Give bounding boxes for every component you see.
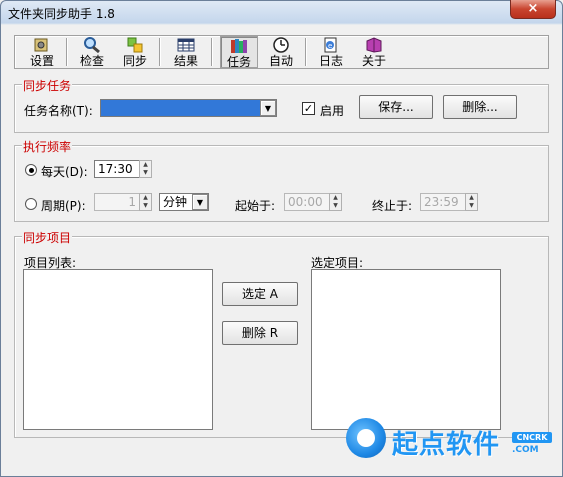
item-list[interactable] (23, 269, 213, 430)
toolbar-about-button[interactable]: 关于 (360, 36, 388, 69)
period-spinner[interactable]: ▲ ▼ (139, 193, 152, 211)
toolbar-check-button[interactable]: 检查 (78, 36, 106, 69)
toolbar-auto-button[interactable]: 自动 (266, 36, 296, 69)
enable-checkbox[interactable]: ✓ (302, 102, 315, 115)
daily-time-field[interactable]: 17:30 (94, 160, 140, 178)
delete-task-button[interactable]: 删除... (443, 95, 517, 119)
start-time-field[interactable]: 00:00 (284, 193, 330, 211)
watermark-logo-icon (346, 418, 386, 458)
toolbar-sync-label: 同步 (122, 54, 147, 68)
toolbar-settings-label: 设置 (29, 54, 54, 68)
toolbar-log-button[interactable]: e 日志 (317, 36, 345, 69)
toolbar-log-label: 日志 (318, 54, 343, 68)
task-name-combo[interactable] (100, 99, 277, 117)
sync-icon (127, 37, 143, 53)
window-title: 文件夹同步助手 1.8 (8, 7, 115, 21)
book-icon (366, 37, 382, 53)
daily-label: 每天(D): (41, 165, 88, 179)
toolbar-separator (159, 38, 161, 66)
watermark-url: .COM (512, 445, 539, 455)
toolbar-task-button[interactable]: 任务 (220, 36, 258, 69)
period-radio[interactable] (25, 198, 37, 210)
chevron-down-icon[interactable]: ▼ (260, 100, 276, 116)
period-value-field[interactable]: 1 (94, 193, 140, 211)
toolbar-result-label: 结果 (173, 54, 198, 68)
end-label: 终止于: (372, 199, 413, 213)
toolbar-sync-button[interactable]: 同步 (121, 36, 149, 69)
daily-time-spinner[interactable]: ▲ ▼ (139, 160, 152, 178)
period-unit-value: 分钟 (163, 195, 188, 209)
books-icon (231, 39, 247, 53)
start-time-spinner[interactable]: ▲ ▼ (329, 193, 342, 211)
svg-text:e: e (328, 42, 332, 50)
frequency-group-title: 执行频率 (22, 138, 73, 155)
toolbar-task-label: 任务 (226, 55, 251, 69)
toolbar-settings-button[interactable]: 设置 (28, 36, 56, 69)
toolbar-separator (66, 38, 68, 66)
select-item-button[interactable]: 选定 A (222, 282, 298, 306)
items-group-title: 同步项目 (22, 229, 73, 246)
magnifier-icon (84, 37, 100, 53)
save-task-button[interactable]: 保存... (359, 95, 433, 119)
period-label: 周期(P): (41, 199, 86, 213)
watermark-text: 起点软件 (392, 430, 501, 460)
settings-icon (34, 38, 48, 52)
close-button[interactable]: × (510, 0, 556, 19)
toolbar-about-label: 关于 (361, 54, 386, 68)
clock-icon (273, 37, 289, 53)
toolbar-auto-label: 自动 (268, 54, 293, 68)
watermark-badge: CNCRK (512, 432, 552, 443)
end-time-field[interactable]: 23:59 (420, 193, 466, 211)
table-icon (177, 38, 195, 52)
end-time-spinner[interactable]: ▲ ▼ (465, 193, 478, 211)
task-name-label: 任务名称(T): (24, 104, 93, 118)
start-label: 起始于: (235, 199, 276, 213)
remove-item-button[interactable]: 删除 R (222, 321, 298, 345)
toolbar-separator (305, 38, 307, 66)
enable-label: 启用 (320, 104, 345, 118)
chevron-down-icon[interactable]: ▼ (192, 194, 208, 210)
daily-radio[interactable] (25, 164, 37, 176)
task-group-title: 同步任务 (22, 77, 73, 94)
toolbar-result-button[interactable]: 结果 (172, 36, 200, 69)
toolbar-separator (211, 38, 213, 66)
log-icon: e (324, 37, 337, 53)
toolbar-check-label: 检查 (79, 54, 104, 68)
selected-items-list[interactable] (311, 269, 501, 430)
